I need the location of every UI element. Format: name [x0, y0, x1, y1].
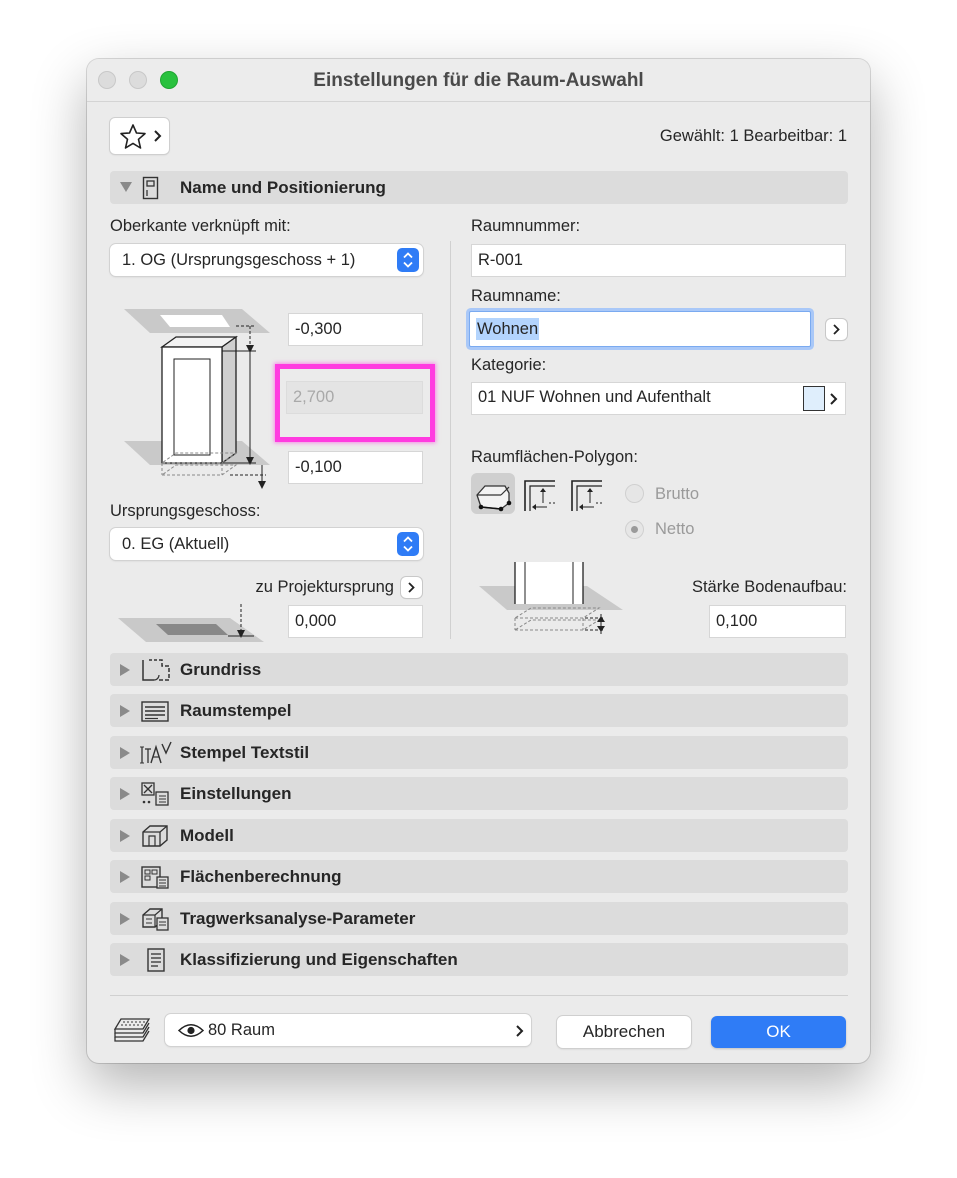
floor-plan-icon	[142, 659, 170, 681]
section-title: Tragwerksanalyse-Parameter	[180, 909, 416, 928]
column-divider	[450, 241, 451, 639]
settings-dialog: Einstellungen für die Raum-Auswahl Gewäh…	[87, 59, 870, 1063]
project-origin-label: zu Projektursprung	[255, 578, 395, 596]
section-area-calculation[interactable]: Flächenberechnung	[110, 860, 848, 893]
zone-tag-icon	[142, 176, 159, 200]
dropdown-stepper-icon	[397, 248, 419, 272]
section-settings[interactable]: Einstellungen	[110, 777, 848, 810]
section-title: Stempel Textstil	[180, 743, 310, 762]
section-title: Klassifizierung und Eigenschaften	[180, 950, 458, 969]
project-origin-button[interactable]	[401, 577, 422, 598]
triangle-right-icon	[120, 954, 130, 966]
polygon-mode-reference-button[interactable]	[568, 477, 608, 513]
chevron-right-icon	[516, 1025, 524, 1037]
room-name-value: Wohnen	[476, 318, 540, 340]
star-icon	[120, 124, 146, 149]
text-style-icon	[140, 741, 172, 764]
triangle-right-icon	[120, 871, 130, 883]
triangle-right-icon	[120, 705, 130, 717]
radio-net	[625, 520, 644, 539]
favorites-button[interactable]	[110, 118, 169, 154]
chevron-right-icon	[408, 582, 415, 593]
ok-button[interactable]: OK	[711, 1016, 846, 1048]
chevron-right-icon	[833, 324, 840, 335]
project-origin-diagram	[118, 604, 264, 642]
section-title: Modell	[180, 826, 234, 845]
home-story-value: 0. EG (Aktuell)	[122, 535, 230, 553]
floor-thickness-field[interactable]: 0,100	[709, 605, 846, 638]
room-height-field: 2,700	[286, 381, 423, 414]
section-title: Grundriss	[180, 660, 262, 679]
triangle-right-icon	[120, 664, 130, 676]
structural-analysis-icon	[142, 908, 169, 931]
room-polygon-auto-icon	[476, 485, 512, 512]
window-title: Einstellungen für die Raum-Auswahl	[313, 70, 644, 91]
floor-thickness-diagram	[479, 562, 623, 634]
radio-net-label: Netto	[655, 520, 695, 538]
polygon-label: Raumflächen-Polygon:	[471, 448, 638, 466]
section-title: Einstellungen	[180, 784, 292, 803]
triangle-right-icon	[120, 830, 130, 842]
top-link-label: Oberkante verknüpft mit:	[110, 217, 291, 235]
home-story-dropdown[interactable]: 0. EG (Aktuell)	[110, 528, 423, 560]
layer-icon	[113, 1018, 151, 1042]
room-number-label: Raumnummer:	[471, 217, 581, 235]
top-link-dropdown[interactable]: 1. OG (Ursprungsgeschoss + 1)	[110, 244, 423, 276]
room-number-field[interactable]: R-001	[471, 244, 846, 277]
selection-info: Gewählt: 1 Bearbeitbar: 1	[659, 127, 847, 145]
chevron-right-icon	[830, 393, 838, 405]
layer-value: 80 Raum	[208, 1021, 275, 1039]
footer-divider	[110, 995, 848, 996]
bottom-offset-field[interactable]: -0,100	[288, 451, 423, 484]
cancel-button[interactable]: Abbrechen	[557, 1016, 691, 1048]
section-name-positioning[interactable]: Name und Positionierung	[110, 171, 848, 204]
eye-icon	[178, 1024, 204, 1037]
category-label: Kategorie:	[471, 356, 547, 374]
model-icon	[142, 825, 168, 847]
section-title: Raumstempel	[180, 701, 292, 720]
triangle-right-icon	[120, 747, 130, 759]
section-title: Flächenberechnung	[180, 867, 342, 886]
settings-icon	[141, 782, 169, 806]
category-color-swatch	[803, 386, 825, 411]
category-value: 01 NUF Wohnen und Aufenthalt	[478, 388, 711, 406]
radio-gross-label: Brutto	[655, 485, 700, 503]
section-structural-analysis[interactable]: Tragwerksanalyse-Parameter	[110, 902, 848, 935]
project-origin-field[interactable]: 0,000	[288, 605, 423, 638]
section-zone-stamp[interactable]: Raumstempel	[110, 694, 848, 727]
chevron-right-icon	[154, 130, 162, 142]
section-model[interactable]: Modell	[110, 819, 848, 852]
room-height-diagram	[124, 309, 270, 489]
zone-stamp-icon	[141, 701, 169, 722]
section-classification[interactable]: Klassifizierung und Eigenschaften	[110, 943, 848, 976]
floor-thickness-label: Stärke Bodenaufbau:	[691, 578, 847, 596]
section-floor-plan[interactable]: Grundriss	[110, 653, 848, 686]
area-calculation-icon	[141, 866, 169, 889]
home-story-label: Ursprungsgeschoss:	[110, 502, 261, 520]
triangle-right-icon	[120, 913, 130, 925]
section-stamp-text-style[interactable]: Stempel Textstil	[110, 736, 848, 769]
layer-dropdown[interactable]: 80 Raum	[165, 1014, 531, 1046]
dropdown-stepper-icon	[397, 532, 419, 556]
room-name-field[interactable]: Wohnen	[469, 311, 811, 347]
polygon-mode-auto-button[interactable]	[471, 473, 515, 514]
top-link-value: 1. OG (Ursprungsgeschoss + 1)	[122, 251, 356, 269]
polygon-mode-manual-button[interactable]	[521, 477, 561, 513]
section-title: Name und Positionierung	[180, 178, 386, 197]
category-dropdown[interactable]: 01 NUF Wohnen und Aufenthalt	[471, 382, 846, 415]
room-name-label: Raumname:	[471, 287, 561, 305]
triangle-right-icon	[120, 788, 130, 800]
triangle-down-icon	[120, 182, 132, 192]
classification-icon	[147, 948, 165, 972]
top-offset-field[interactable]: -0,300	[288, 313, 423, 346]
title-bar: Einstellungen für die Raum-Auswahl	[87, 59, 870, 102]
radio-gross	[625, 484, 644, 503]
room-name-list-button[interactable]	[826, 319, 847, 340]
